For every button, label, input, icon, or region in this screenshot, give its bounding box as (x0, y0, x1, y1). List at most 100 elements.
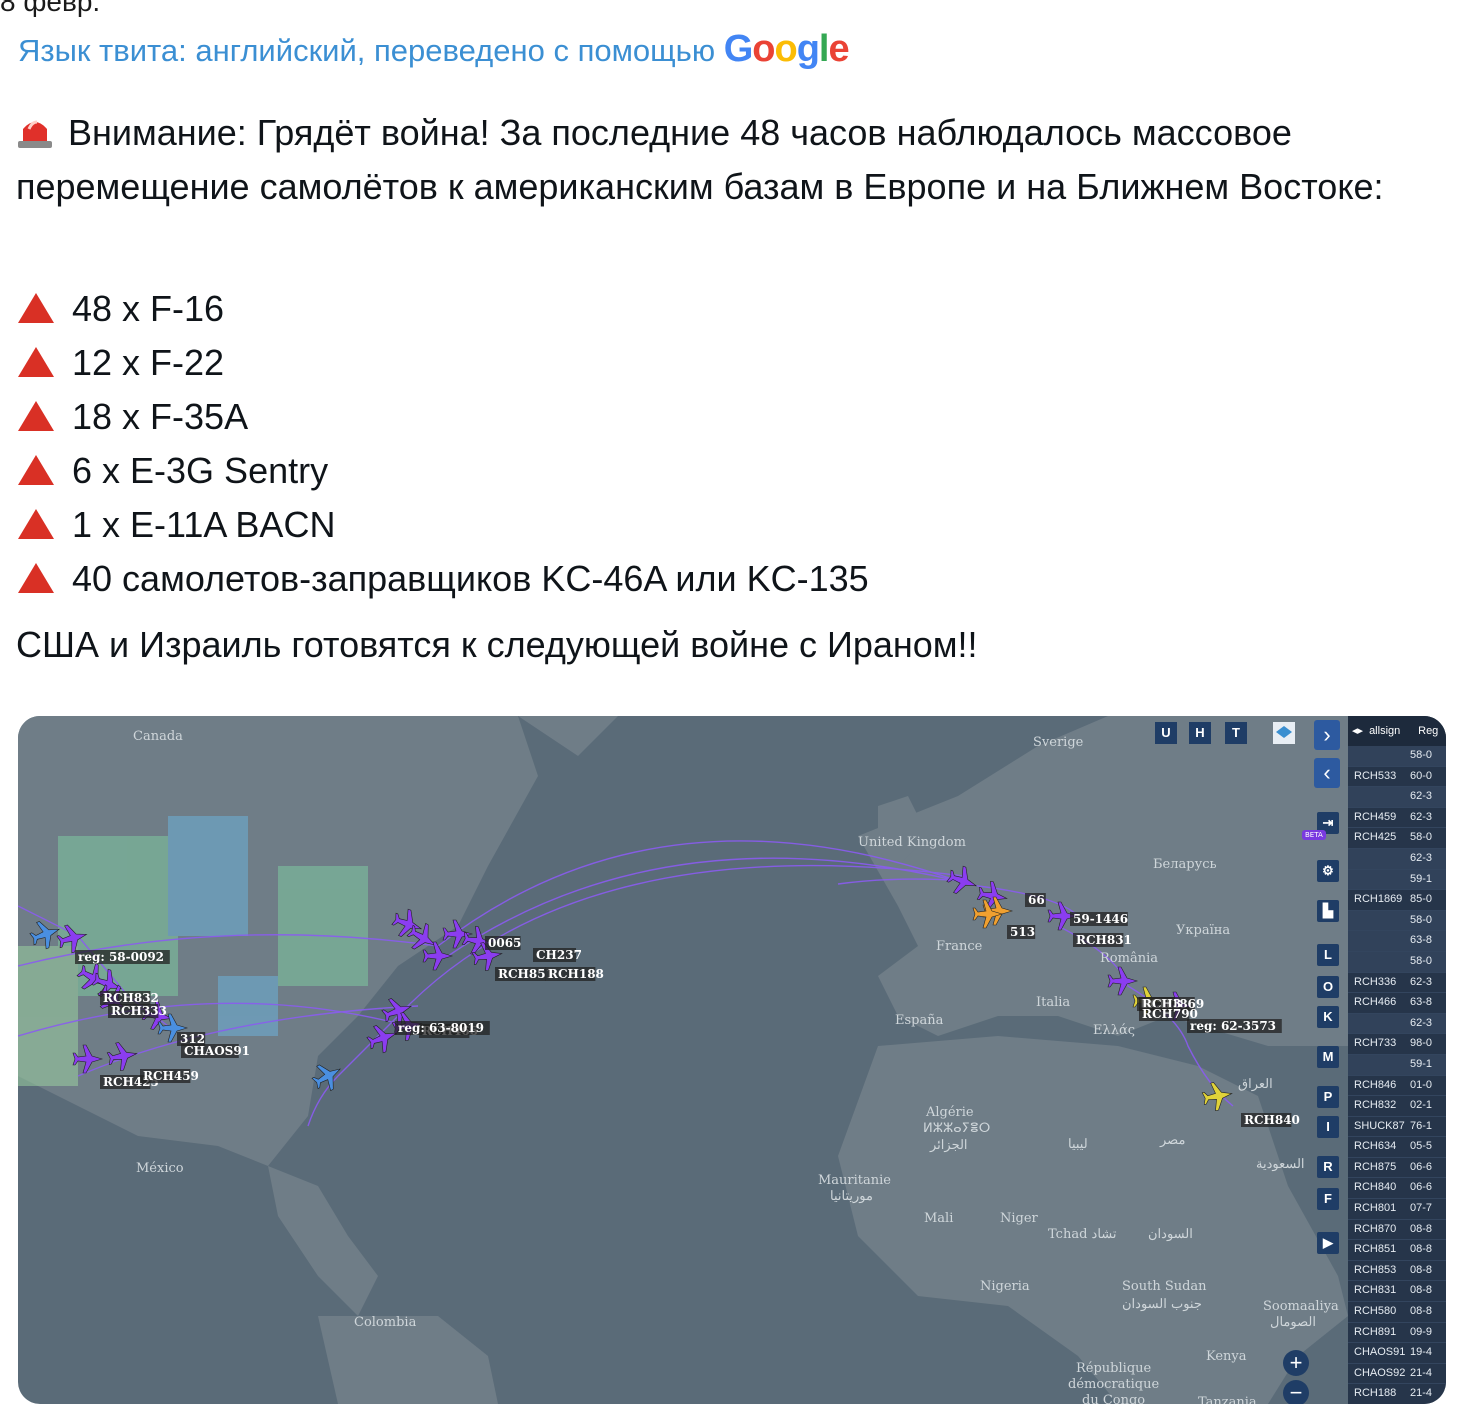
aircraft-list-panel[interactable]: ◂▸ allsign Reg 58-0 RCH533 60-0 62-3 RCH459 6… (1348, 716, 1446, 1404)
red-triangle-icon (18, 401, 54, 431)
callsign-header[interactable]: allsign (1363, 716, 1415, 746)
panel-row[interactable]: RCH580 08-8 (1348, 1302, 1446, 1323)
panel-callsign: RCH840 (1354, 1181, 1397, 1194)
geo-label: Ελλάς (1093, 1023, 1135, 1038)
panel-row[interactable]: 59-1 (1348, 869, 1446, 891)
aircraft-tag[interactable]: RCH790 (1142, 1007, 1198, 1021)
map-side-button[interactable]: R (1317, 1156, 1339, 1178)
panel-row[interactable]: 62-3 (1348, 848, 1446, 870)
tweet-paragraph-2: США и Израиль готовятся к следующей войн… (16, 624, 978, 665)
geo-label: Tanzania (1198, 1395, 1257, 1404)
sort-arrows-icon[interactable]: ◂▸ (1348, 716, 1363, 746)
map-side-button[interactable]: M (1317, 1046, 1339, 1068)
panel-reg: 58-0 (1410, 831, 1433, 844)
panel-reg: 76-1 (1410, 1119, 1433, 1132)
panel-callsign: RCH831 (1354, 1284, 1397, 1297)
panel-row[interactable]: RCH533 60-0 (1348, 767, 1446, 788)
map-side-button[interactable]: I (1317, 1116, 1339, 1138)
panel-row[interactable]: RCH870 08-8 (1348, 1220, 1446, 1241)
map-side-button[interactable]: K (1317, 1006, 1339, 1028)
panel-row[interactable]: RCH846 01-0 (1348, 1076, 1446, 1097)
panel-row[interactable]: RCH466 63-8 (1348, 993, 1446, 1014)
aircraft-tag[interactable]: RCH333 (111, 1004, 167, 1018)
panel-row[interactable]: RCH875 06-6 (1348, 1158, 1446, 1179)
panel-callsign: RCH580 (1354, 1305, 1397, 1318)
aircraft-tag[interactable]: RCH840 (1244, 1113, 1300, 1127)
expand-panel-chevron-icon[interactable]: › (1314, 720, 1340, 750)
aircraft-tag[interactable]: 59-1446 (1073, 912, 1128, 926)
map-side-button[interactable]: L (1317, 944, 1339, 966)
translation-note[interactable]: Язык твита: английский, переведено с пом… (18, 28, 850, 71)
panel-row[interactable]: RCH733 98-0 (1348, 1034, 1446, 1055)
geo-label: Tchad تشاد (1048, 1227, 1117, 1242)
aircraft-tag[interactable]: reg: 58-0092 (78, 950, 164, 964)
aircraft-tag[interactable]: RCH832 (103, 991, 159, 1005)
panel-reg: 62-3 (1410, 1016, 1433, 1029)
aircraft-tag[interactable]: 513 (1010, 925, 1035, 939)
aircraft-tag[interactable]: reg: 63-8019 (398, 1021, 484, 1035)
panel-row[interactable]: 62-3 (1348, 1013, 1446, 1035)
panel-row[interactable]: RCH840 06-6 (1348, 1178, 1446, 1200)
panel-reg: 07-7 (1410, 1202, 1433, 1215)
aircraft-tag[interactable]: RCH459 (143, 1069, 199, 1083)
settings-gear-icon[interactable]: ⚙ (1317, 860, 1339, 882)
aircraft-list-item: 40 самолетов-заправщиков KC-46A или KC-1… (18, 552, 869, 606)
aircraft-tag[interactable]: reg: 62-3573 (1190, 1019, 1276, 1033)
aircraft-tag[interactable]: CHAOS91 (184, 1044, 250, 1058)
translation-note-text: Язык твита: английский, переведено с пом… (18, 33, 716, 68)
panel-row[interactable]: RCH459 62-3 (1348, 808, 1446, 829)
map-button-h[interactable]: H (1189, 722, 1211, 744)
panel-row[interactable]: RCH634 05-5 (1348, 1137, 1446, 1158)
panel-row[interactable]: RCH336 62-3 (1348, 973, 1446, 994)
panel-row[interactable]: 58-0 (1348, 910, 1446, 932)
aircraft-tag[interactable]: 66 (1028, 893, 1045, 907)
panel-row[interactable]: 58-0 (1348, 951, 1446, 973)
panel-row[interactable]: 62-3 (1348, 787, 1446, 808)
aircraft-tag[interactable]: RCH831 (1076, 933, 1132, 947)
panel-row[interactable]: RCH851 08-8 (1348, 1240, 1446, 1261)
replay-icon[interactable]: ▶ (1317, 1232, 1339, 1254)
map-button-u[interactable]: U (1155, 722, 1177, 744)
stats-icon[interactable]: ▙ (1317, 900, 1339, 922)
panel-callsign: RCH425 (1354, 831, 1397, 844)
collapse-panel-chevron-icon[interactable]: ‹ (1314, 758, 1340, 788)
google-logo: Google (723, 28, 850, 70)
tweet-date: 8 февр. (0, 0, 101, 17)
panel-row[interactable]: RCH188 21-4 (1348, 1384, 1446, 1404)
aircraft-tag[interactable]: CH237 (536, 948, 582, 962)
map-button-t[interactable]: T (1225, 722, 1247, 744)
panel-row[interactable]: RCH853 08-8 (1348, 1261, 1446, 1282)
panel-row[interactable]: CHAOS92 21-4 (1348, 1364, 1446, 1385)
panel-row[interactable]: CHAOS91 19-4 (1348, 1343, 1446, 1364)
panel-row[interactable]: RCH1869 85-0 (1348, 890, 1446, 911)
panel-row[interactable]: RCH831 08-8 (1348, 1281, 1446, 1303)
map-side-button[interactable]: F (1317, 1188, 1339, 1210)
panel-row[interactable]: RCH801 07-7 (1348, 1199, 1446, 1220)
aircraft-list: 48 x F-16 12 x F-22 18 x F-35A 6 x E-3G Sen… (18, 282, 869, 606)
geo-label: ليبيا (1068, 1137, 1088, 1152)
aircraft-tag[interactable]: RCH188 (548, 967, 604, 981)
layers-icon[interactable] (1273, 722, 1295, 744)
reg-header[interactable]: Reg (1418, 716, 1438, 746)
panel-header[interactable]: ◂▸ allsign Reg (1348, 716, 1446, 746)
map-side-button[interactable]: O (1317, 976, 1339, 998)
panel-reg: 08-8 (1410, 1222, 1433, 1235)
aircraft-list-item-text: 40 самолетов-заправщиков KC-46A или KC-1… (72, 558, 869, 599)
panel-row[interactable]: 63-8 (1348, 931, 1446, 952)
panel-row[interactable]: 59-1 (1348, 1054, 1446, 1076)
map-side-button[interactable]: P (1317, 1086, 1339, 1108)
zoom-in-button[interactable]: + (1283, 1350, 1309, 1376)
red-triangle-icon (18, 563, 54, 593)
panel-row[interactable]: SHUCK87 76-1 (1348, 1117, 1446, 1138)
aircraft-list-item: 6 x E-3G Sentry (18, 444, 869, 498)
panel-row[interactable]: RCH425 58-0 (1348, 828, 1446, 849)
aircraft-list-item-text: 6 x E-3G Sentry (72, 450, 329, 491)
land-central-america (268, 1166, 378, 1316)
panel-row[interactable]: RCH891 09-9 (1348, 1323, 1446, 1344)
aircraft-tag[interactable]: 0065 (488, 936, 521, 950)
flight-map-image: Canada Sverige United Kingdom Беларусь У… (18, 716, 1446, 1404)
zoom-out-button[interactable]: − (1283, 1380, 1309, 1404)
panel-row[interactable]: RCH832 02-1 (1348, 1096, 1446, 1117)
geo-label: Sverige (1033, 735, 1084, 750)
panel-row[interactable]: 58-0 (1348, 746, 1446, 767)
